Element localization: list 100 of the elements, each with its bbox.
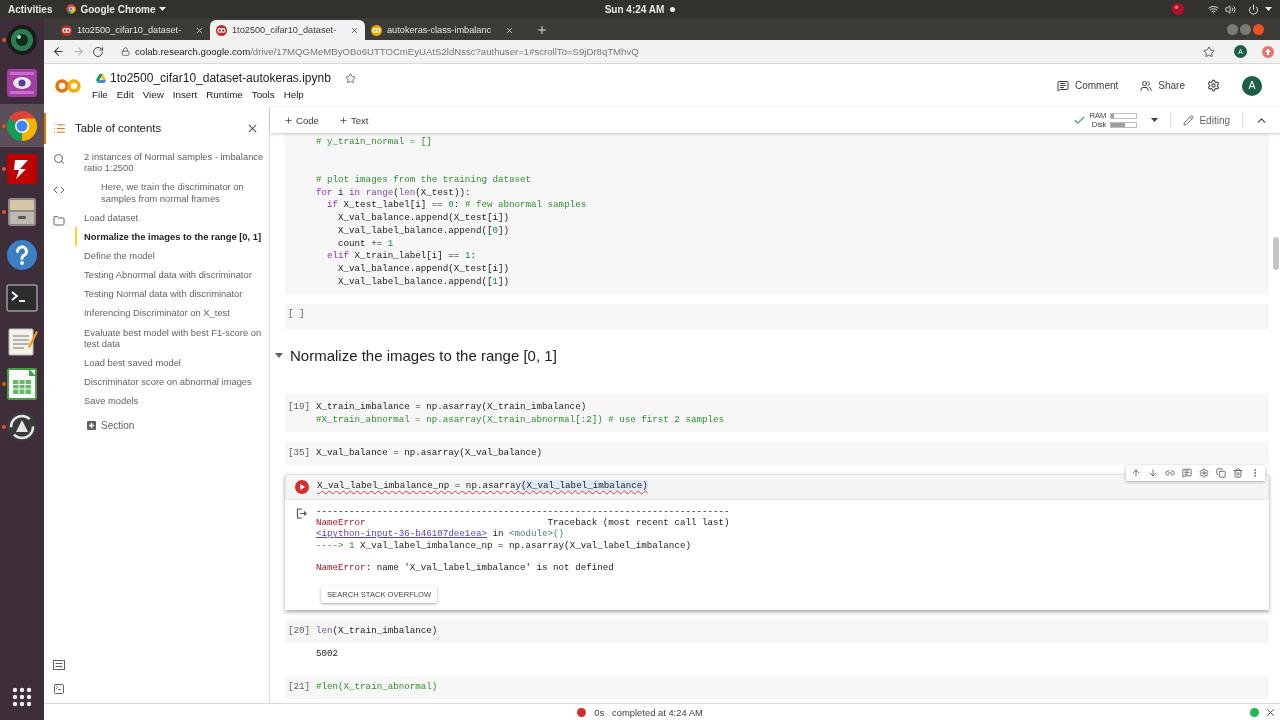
people-icon — [1140, 79, 1153, 92]
nav-button[interactable] — [92, 45, 104, 58]
menu-item[interactable]: View — [142, 89, 164, 100]
caret-icon — [1151, 118, 1159, 122]
lens-icon[interactable] — [6, 23, 38, 56]
delete-button[interactable] — [1233, 467, 1243, 478]
comment-button[interactable] — [1182, 467, 1192, 478]
account-avatar[interactable]: A — [1242, 75, 1262, 96]
power-icon[interactable] — [1248, 3, 1259, 15]
app-grid-icon[interactable] — [12, 687, 32, 707]
elapsed-time: 0s — [594, 706, 605, 718]
new-tab-button[interactable] — [536, 24, 548, 36]
scrollbar-thumb[interactable] — [1273, 237, 1279, 270]
lightning-tile-icon[interactable] — [6, 152, 38, 185]
list-box-icon — [53, 660, 65, 670]
star-icon[interactable] — [344, 72, 356, 84]
close-icon[interactable] — [1265, 706, 1276, 718]
close-icon[interactable] — [195, 25, 204, 35]
browser-logo-icon[interactable] — [6, 109, 38, 142]
move-down-button[interactable] — [1148, 467, 1158, 478]
spreadsheet-icon[interactable] — [7, 367, 37, 400]
code-editor[interactable]: X_val_label_imbalance_np = np.asarray(X_val_label_imbalance) — [285, 474, 1269, 501]
dock-item[interactable] — [0, 104, 44, 147]
output-line: ----> 1 X_val_label_imbalance_np = np.asarray(X_val_label_imbalance) — [316, 539, 692, 551]
arrow-down-icon — [1148, 467, 1158, 478]
add-cell-button[interactable]: Code — [280, 114, 323, 126]
close-icon[interactable] — [505, 25, 514, 35]
ball-icon[interactable] — [1172, 3, 1184, 15]
app-menu[interactable]: Google Chrome — [66, 3, 167, 15]
comment-button[interactable]: Comment — [1056, 79, 1119, 92]
comment-icon — [1056, 79, 1069, 92]
settings-icon — [1199, 467, 1209, 478]
editing-button[interactable]: Editing — [1183, 114, 1230, 126]
menu-item[interactable]: Runtime — [206, 89, 243, 100]
output-icon[interactable] — [296, 508, 307, 520]
code-line: len(X_train_imbalance) — [316, 624, 438, 638]
copy-icon — [1216, 467, 1226, 478]
add-cell-button[interactable]: Text — [334, 114, 373, 126]
move-up-button[interactable] — [1131, 467, 1141, 478]
back-icon — [52, 45, 65, 58]
search-icon — [53, 153, 65, 165]
toc-item[interactable]: Here, we train the discriminator on samples from normal frames — [92, 177, 269, 209]
toc-item[interactable]: 2 instances of Normal samples - imbalance ratio 1:2500 — [75, 147, 269, 178]
browser-tab[interactable]: 1to2500_cifar10_dataset- — [55, 20, 210, 40]
caret-icon — [159, 7, 167, 11]
run-button[interactable] — [295, 480, 309, 495]
wifi-icon[interactable] — [1208, 3, 1219, 15]
copy-button[interactable] — [1216, 467, 1226, 478]
toc-item[interactable]: Define the model — [75, 246, 269, 266]
maximize-icon[interactable] — [1240, 23, 1251, 35]
code-line: X_train_imbalance = np.asarray(X_train_imbalance) — [316, 400, 588, 414]
trash-icon — [1233, 467, 1243, 478]
caret-icon[interactable] — [275, 353, 283, 359]
code-line: if X_test_label[i] == 0: # few abnormal samples — [326, 199, 587, 213]
toc-item[interactable]: Load best saved model — [75, 353, 269, 373]
address-field[interactable]: colab.research.google.com/drive/17MQGMeMByOBo6UTTOCmEyUAtS2ldNssc?authuser=1#scrollTo=S9jDr8qTMhvQ — [121, 46, 1196, 57]
browser-tab[interactable]: 1to2500_cifar10_dataset- — [210, 20, 365, 40]
toc-item[interactable]: Inferencing Discriminator on X_test — [75, 303, 269, 323]
link-button[interactable] — [1165, 467, 1175, 478]
terminal-icon[interactable] — [6, 283, 38, 312]
execution-count: [35] — [288, 446, 311, 460]
toc-item[interactable]: Testing Normal data with discriminator — [75, 284, 269, 304]
toc-item[interactable]: Normalize the images to the range [0, 1] — [75, 227, 269, 247]
settings-icon[interactable] — [1207, 79, 1220, 92]
code-line: #X_train_abnormal = np.asarray(X_train_abnormal[:2]) # use first 2 samples — [316, 413, 724, 427]
caret-icon[interactable] — [1265, 7, 1272, 11]
code-line: #len(X_train_abnormal) — [316, 681, 438, 694]
notebook-title[interactable]: 1to2500_cifar10_dataset-autokeras.ipynb — [110, 71, 331, 85]
output-line: --------------------------------------------------------------------------- — [316, 506, 730, 518]
toc-item[interactable]: Testing Abnormal data with discriminator — [75, 265, 269, 285]
update-icon[interactable] — [6, 410, 38, 443]
menu-item[interactable]: Help — [283, 89, 304, 100]
toc-item[interactable]: Save models — [75, 391, 269, 411]
code-line: X_val_balance = np.asarray(X_val_balance) — [316, 446, 543, 460]
minimize-icon[interactable] — [1227, 23, 1238, 35]
extension-icon[interactable] — [1262, 45, 1274, 58]
folder-icon — [53, 215, 65, 227]
notification-dot-icon — [670, 6, 676, 12]
bookmark-star-icon[interactable] — [1203, 45, 1215, 58]
webcam-icon[interactable] — [6, 67, 38, 98]
nav-button[interactable] — [52, 45, 65, 58]
share-button[interactable]: Share — [1140, 79, 1185, 92]
volume-icon[interactable] — [1225, 3, 1236, 15]
toc-item[interactable]: Load dataset — [75, 208, 269, 228]
help-icon[interactable] — [6, 238, 38, 271]
toc-item[interactable]: Discriminator score on abnormal images — [75, 372, 269, 392]
add-section-button[interactable]: Section — [87, 419, 135, 431]
traceback-link[interactable]: <ipython-input-36-b46107dee1ea> — [316, 528, 487, 540]
menu-item[interactable]: Edit — [116, 89, 134, 100]
settings-button[interactable] — [1199, 467, 1209, 478]
menu-item[interactable]: Tools — [251, 89, 275, 100]
execution-count: [21] — [288, 681, 311, 694]
logo-icon[interactable] — [55, 78, 81, 93]
activities-button[interactable]: Activities — [8, 3, 53, 15]
menu-item[interactable]: File — [92, 89, 108, 100]
menu-item[interactable]: Insert — [172, 89, 198, 100]
close-icon[interactable] — [350, 25, 359, 35]
toc-item[interactable]: Evaluate best model with best F1-score on test data — [75, 322, 269, 354]
browser-tab[interactable]: autokeras-class-imbalanc — [365, 20, 520, 40]
drawer-icon[interactable] — [6, 196, 38, 227]
